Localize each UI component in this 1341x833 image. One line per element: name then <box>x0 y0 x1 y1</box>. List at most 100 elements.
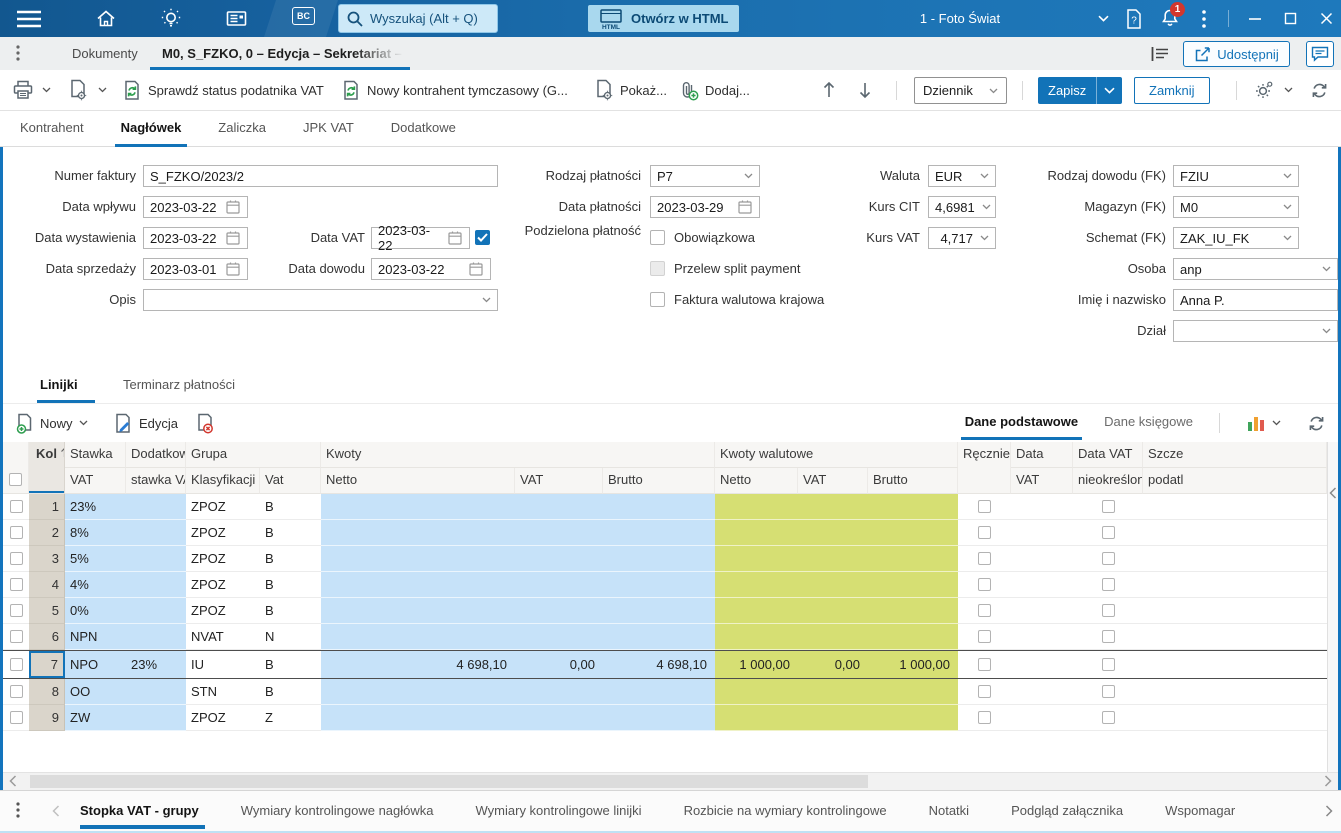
data-wystawienia-field[interactable]: 2023-03-22 <box>143 227 248 249</box>
data-vat-checkbox[interactable] <box>475 230 490 245</box>
data-vat-cell[interactable] <box>1011 624 1073 650</box>
tab-dodatkowe[interactable]: Dodatkowe <box>391 111 456 147</box>
menu-icon[interactable] <box>16 9 42 29</box>
print-dropdown[interactable] <box>42 70 51 110</box>
data-vat-nieokreslona-checkbox[interactable] <box>1102 685 1115 698</box>
data-vat-nieokreslona-cell[interactable] <box>1073 679 1143 705</box>
kol-cell[interactable]: 4 <box>29 572 65 598</box>
kwoty-vat-cell[interactable]: 0,00 <box>515 651 603 678</box>
row-select-cell[interactable] <box>3 494 29 520</box>
row-checkbox[interactable] <box>10 685 23 698</box>
tab-zaliczka[interactable]: Zaliczka <box>218 111 266 147</box>
dodatkowa-stawka-cell[interactable] <box>126 679 186 705</box>
column-header-brutto[interactable]: Brutto <box>603 468 715 494</box>
column-header-walutowe-netto[interactable]: Netto <box>715 468 798 494</box>
open-in-html-button[interactable]: HTML Otwórz w HTML <box>588 5 739 32</box>
data-vat-cell[interactable] <box>1011 679 1073 705</box>
home-icon[interactable] <box>96 9 116 28</box>
data-vat-nieokreslona-checkbox[interactable] <box>1102 630 1115 643</box>
dodatkowa-stawka-cell[interactable] <box>126 520 186 546</box>
numer-faktury-input[interactable] <box>150 169 491 184</box>
dodatkowa-stawka-cell[interactable] <box>126 624 186 650</box>
calendar-icon[interactable] <box>447 230 463 246</box>
check-vat-status-button[interactable]: Sprawdź status podatnika VAT <box>122 70 324 110</box>
delete-row-button[interactable] <box>195 404 215 442</box>
recznie-cell[interactable] <box>958 651 1011 678</box>
grupa-klasyfikacji-cell[interactable]: ZPOZ <box>186 494 260 520</box>
walutowe-netto-cell[interactable] <box>715 624 798 650</box>
data-vat-cell[interactable] <box>1011 546 1073 572</box>
walutowe-netto-cell[interactable] <box>715 546 798 572</box>
recznie-cell[interactable] <box>958 624 1011 650</box>
horizontal-scrollbar[interactable] <box>3 772 1338 790</box>
kol-cell[interactable]: 1 <box>29 494 65 520</box>
data-vat-nieokreslona-checkbox[interactable] <box>1102 604 1115 617</box>
kwoty-vat-cell[interactable] <box>515 572 603 598</box>
kol-cell[interactable]: 6 <box>29 624 65 650</box>
walutowe-brutto-cell[interactable] <box>868 520 958 546</box>
column-header-stawka-vat-2[interactable]: VAT <box>65 468 126 494</box>
recznie-checkbox[interactable] <box>978 526 991 539</box>
data-vat-nieokreslona-checkbox[interactable] <box>1102 711 1115 724</box>
kurs-cit-select[interactable]: 4,6981 <box>928 196 996 218</box>
news-icon[interactable] <box>226 9 247 28</box>
walutowe-vat-cell[interactable] <box>798 705 868 731</box>
data-vat-nieokreslona-cell[interactable] <box>1073 546 1143 572</box>
table-row[interactable]: 35%ZPOZB <box>3 546 1327 572</box>
table-row[interactable]: 9ZWZPOZZ <box>3 705 1327 731</box>
data-vat-nieokreslona-checkbox[interactable] <box>1102 658 1115 671</box>
walutowe-netto-cell[interactable] <box>715 520 798 546</box>
tab-linijki[interactable]: Linijki <box>40 368 78 403</box>
row-checkbox[interactable] <box>10 526 23 539</box>
grupa-vat-cell[interactable]: B <box>260 546 321 572</box>
table-row[interactable]: 8OOSTNB <box>3 679 1327 705</box>
przelew-split-checkbox[interactable] <box>650 261 665 276</box>
tab-dokumenty[interactable]: Dokumenty <box>72 37 138 70</box>
column-header-walutowe-brutto[interactable]: Brutto <box>868 468 958 494</box>
kol-cell[interactable]: 7 <box>29 651 65 678</box>
rodzaj-platnosci-select[interactable]: P7 <box>650 165 760 187</box>
kwoty-netto-cell[interactable] <box>321 705 515 731</box>
data-vat-nieokreslona-checkbox[interactable] <box>1102 500 1115 513</box>
table-row[interactable]: 28%ZPOZB <box>3 520 1327 546</box>
calendar-icon[interactable] <box>468 261 484 277</box>
column-header-klasyfikacji[interactable]: Klasyfikacji <box>186 468 260 494</box>
settings-dropdown[interactable] <box>1284 70 1293 110</box>
column-header-stawka-vat[interactable]: Stawka <box>65 442 126 468</box>
panels-icon[interactable] <box>1150 45 1170 63</box>
szczegoly-cell[interactable] <box>1143 705 1327 731</box>
osoba-select[interactable]: anp <box>1173 258 1338 280</box>
chevron-down-icon[interactable] <box>1283 204 1292 210</box>
recznie-cell[interactable] <box>958 520 1011 546</box>
column-header-kwoty-vat[interactable]: VAT <box>515 468 603 494</box>
waluta-select[interactable]: EUR <box>928 165 996 187</box>
kwoty-vat-cell[interactable] <box>515 520 603 546</box>
table-row[interactable]: 7NPO23%IUB4 698,100,004 698,101 000,000,… <box>3 650 1327 679</box>
edit-row-button[interactable]: Edycja <box>113 404 178 442</box>
stawka-vat-cell[interactable]: NPN <box>65 624 126 650</box>
grupa-vat-cell[interactable]: N <box>260 624 321 650</box>
kol-cell[interactable]: 3 <box>29 546 65 572</box>
recznie-checkbox[interactable] <box>978 500 991 513</box>
recznie-cell[interactable] <box>958 679 1011 705</box>
close-document-button[interactable]: Zamknij <box>1134 77 1210 104</box>
kwoty-brutto-cell[interactable] <box>603 679 715 705</box>
kwoty-brutto-cell[interactable] <box>603 494 715 520</box>
document-actions-button[interactable] <box>68 70 88 110</box>
stawka-vat-cell[interactable]: 0% <box>65 598 126 624</box>
walutowe-netto-cell[interactable] <box>715 572 798 598</box>
help-icon[interactable]: ? <box>1124 8 1144 30</box>
maximize-button[interactable] <box>1284 12 1297 25</box>
move-up-button[interactable] <box>822 70 836 110</box>
save-button[interactable]: Zapisz <box>1038 77 1122 104</box>
new-temp-contractor-button[interactable]: Nowy kontrahent tymczasowy (G... <box>341 70 568 110</box>
close-window-button[interactable] <box>1320 12 1333 25</box>
data-vat-nieokreslona-cell[interactable] <box>1073 705 1143 731</box>
column-header-szczegoly[interactable]: Szcze <box>1143 442 1327 468</box>
company-chevron-icon[interactable] <box>1098 15 1109 22</box>
column-group-grupa[interactable]: Grupa <box>186 442 321 468</box>
row-checkbox[interactable] <box>10 578 23 591</box>
data-sprzedazy-field[interactable]: 2023-03-01 <box>143 258 248 280</box>
recznie-cell[interactable] <box>958 705 1011 731</box>
grupa-vat-cell[interactable]: Z <box>260 705 321 731</box>
